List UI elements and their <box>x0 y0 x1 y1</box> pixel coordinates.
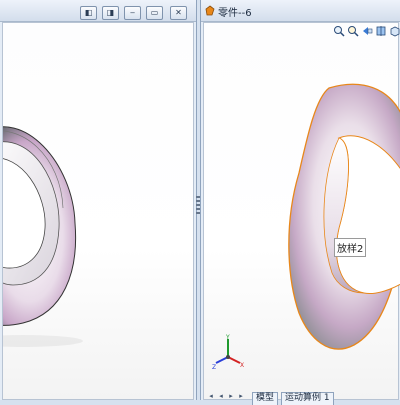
zoom-fit-icon[interactable] <box>333 25 345 37</box>
restore-icon[interactable]: ◨ <box>102 6 119 20</box>
left-document-window: ◧ ◨ ‒ ▭ ✕ <box>0 0 197 400</box>
right-document-window: 零件--6 Y X Z ◂ ◂ ▸ ▸ <box>200 0 400 400</box>
left-graphics-area[interactable] <box>0 22 194 400</box>
restore-icon[interactable]: ◧ <box>80 6 97 20</box>
window-title: 零件--6 <box>218 8 252 19</box>
svg-text:X: X <box>240 362 244 369</box>
left-title-bar: ◧ ◨ ‒ ▭ ✕ <box>0 0 196 22</box>
svg-text:Y: Y <box>225 334 230 341</box>
feature-tag: 放样2 <box>334 238 367 257</box>
close-icon[interactable]: ✕ <box>170 6 187 20</box>
right-title-bar: 零件--6 <box>201 0 400 22</box>
part-icon <box>205 5 215 16</box>
tab-scroll-last-icon[interactable]: ▸ <box>237 393 245 400</box>
ring-model-left <box>0 126 83 347</box>
tab-motion-study[interactable]: 运动算例 1 <box>281 392 334 405</box>
right-graphics-area[interactable]: Y X Z <box>203 22 400 400</box>
coordinate-triad-icon: Y X Z <box>212 334 244 371</box>
svg-text:Z: Z <box>212 364 216 371</box>
ring-model-right: Y X Z <box>212 83 400 371</box>
tab-scroll-prev-icon[interactable]: ◂ <box>217 393 225 400</box>
maximize-icon[interactable]: ▭ <box>146 6 163 20</box>
tab-model[interactable]: 模型 <box>252 392 279 405</box>
previous-view-icon[interactable] <box>361 25 373 37</box>
minimize-icon[interactable]: ‒ <box>124 6 141 20</box>
tab-scroll-first-icon[interactable]: ◂ <box>207 393 215 400</box>
tab-scroll-next-icon[interactable]: ▸ <box>227 393 235 400</box>
section-view-icon[interactable] <box>375 25 387 37</box>
view-orientation-icon[interactable] <box>389 25 400 37</box>
zoom-area-icon[interactable] <box>347 25 359 37</box>
